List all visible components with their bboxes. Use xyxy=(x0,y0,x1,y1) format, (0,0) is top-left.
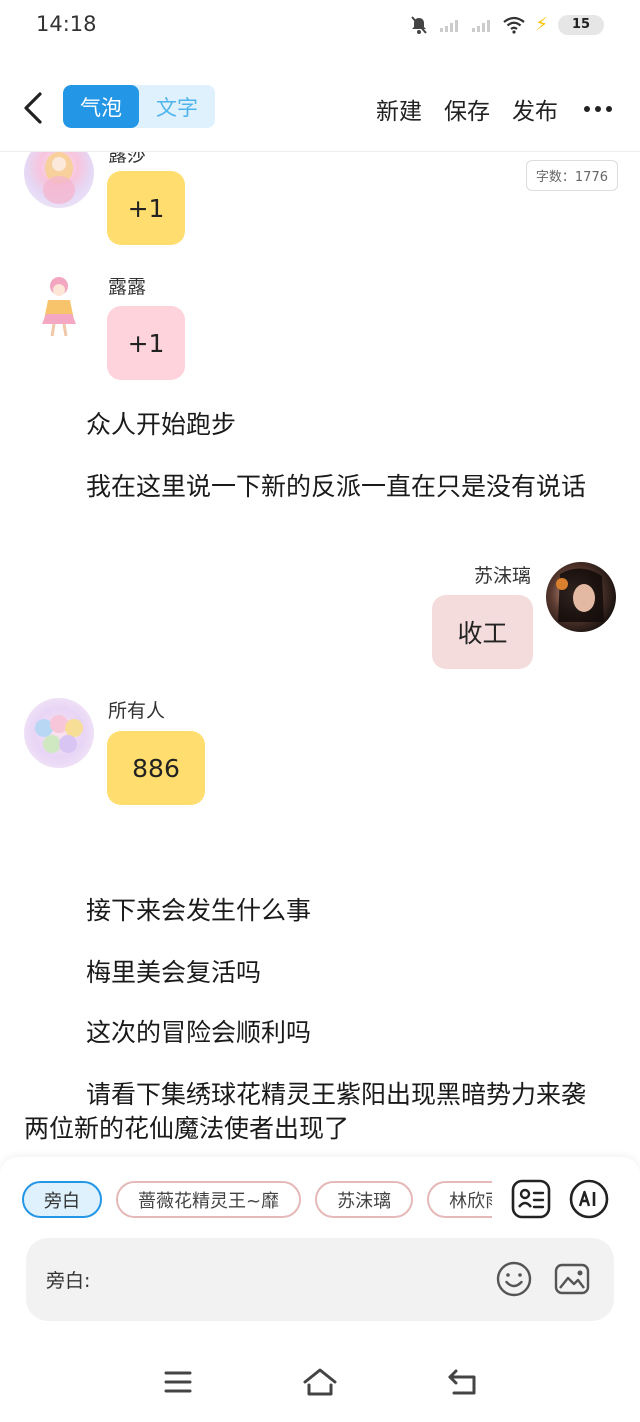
character-avatar-icon xyxy=(42,277,76,337)
save-button[interactable]: 保存 xyxy=(444,92,490,126)
message-bubble[interactable]: 收工 xyxy=(432,595,533,669)
back-button[interactable] xyxy=(18,88,48,128)
message-bubble[interactable]: +1 xyxy=(107,171,185,245)
status-time: 14:18 xyxy=(36,12,97,36)
input-panel: 旁白 蔷薇花精灵王~靡 苏沫璃 林欣雨 旁白: xyxy=(0,1157,640,1345)
signal-icon xyxy=(439,17,461,33)
message-bubble[interactable]: +1 xyxy=(107,306,185,380)
editor-header: 气泡 文字 新建 保存 发布 xyxy=(0,70,640,146)
narration-text[interactable]: 接下来会发生什么事 xyxy=(24,894,604,928)
menu-icon[interactable] xyxy=(158,1365,198,1399)
narration-text[interactable]: 请看下集绣球花精灵王紫阳出现黑暗势力来袭两位新的花仙魔法使者出现了 xyxy=(24,1078,604,1146)
wifi-icon xyxy=(503,16,526,34)
charging-icon: ⚡ xyxy=(535,14,548,35)
status-icons: ⚡ 15 xyxy=(409,14,604,35)
signal-icon xyxy=(471,17,493,33)
speaker-name: 露露 xyxy=(108,276,147,298)
header-actions: 新建 保存 发布 xyxy=(376,92,616,126)
battery-level: 15 xyxy=(571,17,591,32)
battery-icon: 15 xyxy=(558,14,604,35)
story-content[interactable]: 字数：1776 露莎 +1 露露 +1 众人开始跑步 我在这里说一下新的反派一直… xyxy=(0,152,640,1157)
status-bar: 14:18 ⚡ 15 xyxy=(0,0,640,50)
role-chip-narrator[interactable]: 旁白 xyxy=(22,1181,102,1218)
home-icon[interactable] xyxy=(300,1365,340,1399)
role-chip[interactable]: 蔷薇花精灵王~靡 xyxy=(116,1181,302,1218)
image-icon[interactable] xyxy=(553,1260,591,1298)
word-count-badge: 字数：1776 xyxy=(525,160,618,191)
role-selector: 旁白 蔷薇花精灵王~靡 苏沫璃 林欣雨 xyxy=(22,1181,492,1221)
character-avatar-icon xyxy=(43,152,75,204)
message-input[interactable] xyxy=(106,1258,486,1298)
speaker-name: 苏沫璃 xyxy=(473,565,531,587)
role-chip[interactable]: 林欣雨 xyxy=(427,1181,492,1218)
narration-text[interactable]: 我在这里说一下新的反派一直在只是没有说话 xyxy=(24,470,604,504)
avatar[interactable] xyxy=(24,152,94,208)
speaker-name: 所有人 xyxy=(108,700,166,722)
speaker-name: 露莎 xyxy=(108,152,147,166)
ai-icon[interactable] xyxy=(569,1179,609,1219)
chevron-left-icon xyxy=(24,92,42,124)
narration-text[interactable]: 梅里美会复活吗 xyxy=(24,956,604,990)
system-nav-bar xyxy=(0,1345,640,1422)
role-card-icon[interactable] xyxy=(511,1179,551,1219)
mode-text-tab[interactable]: 文字 xyxy=(139,85,215,128)
message-bubble[interactable]: 886 xyxy=(107,731,205,805)
character-avatar-icon xyxy=(556,568,604,622)
narration-text[interactable]: 这次的冒险会顺利吗 xyxy=(24,1016,604,1050)
mode-toggle: 气泡 文字 xyxy=(63,85,215,128)
mode-bubble-tab[interactable]: 气泡 xyxy=(63,85,139,128)
emoji-icon[interactable] xyxy=(495,1260,533,1298)
input-role-label: 旁白: xyxy=(46,1270,91,1292)
narration-text[interactable]: 众人开始跑步 xyxy=(24,408,604,442)
new-button[interactable]: 新建 xyxy=(376,92,422,126)
publish-button[interactable]: 发布 xyxy=(512,92,558,126)
avatar[interactable] xyxy=(24,270,94,340)
back-nav-icon[interactable] xyxy=(442,1365,482,1399)
group-avatar-icon xyxy=(35,715,83,753)
avatar[interactable] xyxy=(546,562,616,632)
avatar[interactable] xyxy=(24,698,94,768)
mute-icon xyxy=(409,15,429,35)
message-input-box: 旁白: xyxy=(26,1238,614,1321)
role-chip[interactable]: 苏沫璃 xyxy=(315,1181,414,1218)
more-options-icon[interactable] xyxy=(580,106,616,112)
